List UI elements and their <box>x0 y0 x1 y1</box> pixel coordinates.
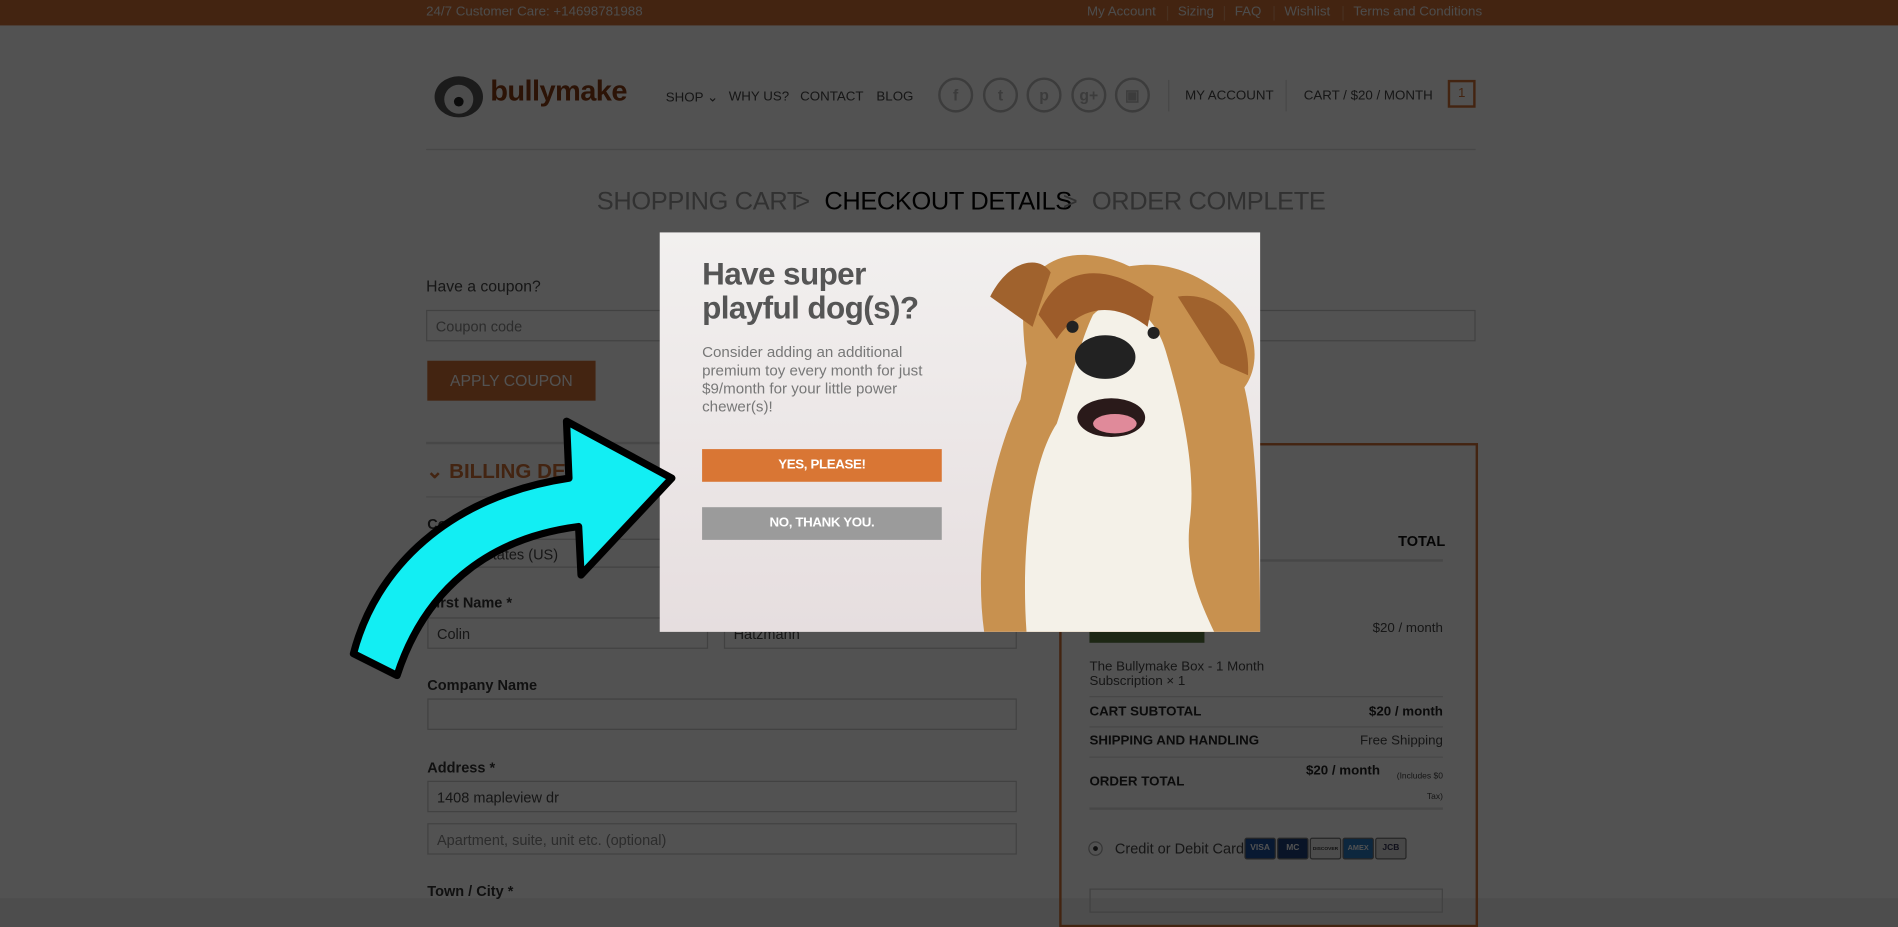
breadcrumb-shopping-cart[interactable]: SHOPPING CART <box>597 188 803 217</box>
modal-body: Consider adding an additional premium to… <box>702 343 923 416</box>
discover-icon: DISCOVER <box>1309 837 1342 860</box>
amex-icon: AMEX <box>1342 837 1374 860</box>
payment-radio[interactable] <box>1089 842 1102 855</box>
top-bar: 24/7 Customer Care: +14698781988 My Acco… <box>0 0 1898 26</box>
upsell-modal: Have super playful dog(s)? Consider addi… <box>659 232 1261 632</box>
top-link-sizing[interactable]: Sizing <box>1178 5 1214 20</box>
facebook-icon[interactable]: f <box>938 77 974 113</box>
header-cart[interactable]: CART / $20 / MONTH <box>1304 88 1433 103</box>
breadcrumb-order-complete: ORDER COMPLETE <box>1091 187 1326 216</box>
bulldog-photo <box>980 254 1261 632</box>
jcb-icon: JCB <box>1375 837 1407 860</box>
google-plus-icon[interactable]: g+ <box>1071 77 1107 113</box>
modal-title: Have super playful dog(s)? <box>702 255 919 326</box>
nav-why-us[interactable]: WHY US? <box>729 90 789 105</box>
address-input[interactable]: 1408 mapleview dr <box>427 780 1017 813</box>
checkout-page: 24/7 Customer Care: +14698781988 My Acco… <box>0 0 1898 927</box>
cart-count[interactable]: 1 <box>1447 79 1476 108</box>
cyan-arrow-annotation <box>349 417 676 680</box>
customer-care: 24/7 Customer Care: +14698781988 <box>426 4 643 20</box>
top-link-my-account[interactable]: My Account <box>1087 5 1156 20</box>
visa-icon: VISA <box>1244 837 1276 860</box>
company-input[interactable] <box>427 698 1017 730</box>
breadcrumb-checkout-details: CHECKOUT DETAILS <box>824 187 1072 216</box>
mastercard-icon: MC <box>1277 837 1309 860</box>
coupon-prompt: Have a coupon? <box>426 277 541 296</box>
header-my-account[interactable]: MY ACCOUNT <box>1185 88 1274 103</box>
address2-input[interactable]: Apartment, suite, unit etc. (optional) <box>427 823 1017 855</box>
payment-label[interactable]: Credit or Debit Card <box>1115 840 1244 857</box>
logo[interactable]: bullymake <box>430 70 630 118</box>
yes-please-button[interactable]: YES, PLEASE! <box>702 449 942 482</box>
top-link-faq[interactable]: FAQ <box>1235 5 1262 20</box>
product-name: The Bullymake Box - 1 Month Subscription… <box>1089 659 1265 689</box>
top-link-terms[interactable]: Terms and Conditions <box>1353 5 1482 20</box>
pinterest-icon[interactable]: p <box>1026 77 1062 113</box>
top-link-wishlist[interactable]: Wishlist <box>1284 5 1330 20</box>
apply-coupon-button[interactable]: APPLY COUPON <box>427 360 596 401</box>
no-thank-you-button[interactable]: NO, THANK YOU. <box>702 507 942 540</box>
nav-blog[interactable]: BLOG <box>876 90 913 105</box>
nav-shop[interactable]: SHOP ⌄ <box>666 90 718 106</box>
bulldog-logo-icon <box>434 76 483 118</box>
nav-contact[interactable]: CONTACT <box>800 90 863 105</box>
instagram-icon[interactable]: ▣ <box>1114 77 1150 113</box>
twitter-icon[interactable]: t <box>982 77 1019 113</box>
